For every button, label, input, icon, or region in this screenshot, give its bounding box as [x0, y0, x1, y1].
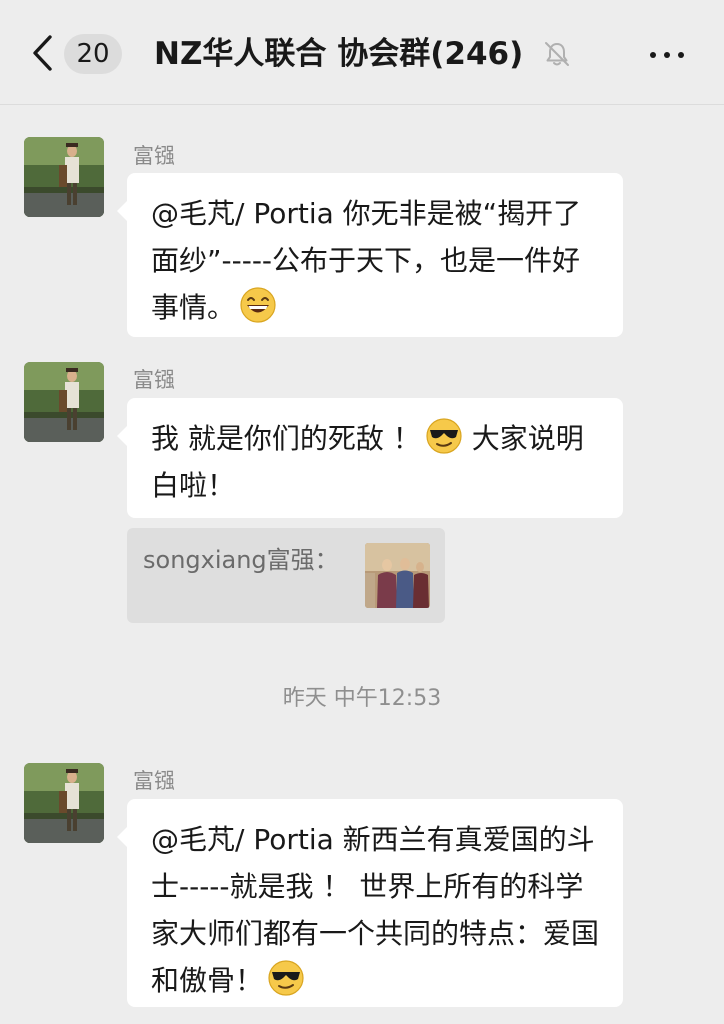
more-options-icon[interactable]	[646, 42, 688, 66]
message-bubble[interactable]: 我 就是你们的死敌 ！ 大家说明白啦！	[117, 398, 623, 518]
sunglasses-face-emoji-icon	[267, 959, 305, 997]
sender-name: 富镪	[133, 368, 175, 392]
back-arrow-icon[interactable]	[30, 33, 58, 73]
unread-count-badge[interactable]: 20	[64, 34, 122, 74]
sender-name: 富镪	[133, 769, 175, 793]
sender-name: 富镪	[133, 144, 175, 168]
chat-timestamp: 昨天 中午12:53	[282, 686, 442, 711]
message-text: @毛芃/ Portia 新西兰有真爱国的斗士-----就是我 ！ 世界上所有的科…	[151, 823, 600, 997]
grinning-face-emoji-icon	[239, 286, 277, 324]
mute-bell-icon	[545, 42, 569, 66]
message-bubble[interactable]: @毛芃/ Portia 新西兰有真爱国的斗士-----就是我 ！ 世界上所有的科…	[117, 799, 623, 1007]
quoted-message[interactable]: songxiang富强：	[127, 528, 445, 623]
chat-header: 20 NZ华人联合 协会群(246)	[0, 0, 724, 105]
sender-avatar[interactable]	[24, 362, 104, 442]
message-text: 我 就是你们的死敌 ！	[151, 422, 421, 455]
message-bubble[interactable]: @毛芃/ Portia 你无非是被“揭开了面纱”-----公布于天下，也是一件好…	[117, 173, 623, 337]
sender-avatar[interactable]	[24, 137, 104, 217]
chat-title: NZ华人联合 协会群(246)	[154, 36, 524, 72]
sender-avatar[interactable]	[24, 763, 104, 843]
message-text: @毛芃/ Portia 你无非是被“揭开了面纱”-----公布于天下，也是一件好…	[151, 197, 582, 324]
quote-image-thumbnail[interactable]	[365, 543, 430, 608]
sunglasses-face-emoji-icon	[425, 417, 463, 455]
quote-text: songxiang富强：	[143, 546, 339, 574]
